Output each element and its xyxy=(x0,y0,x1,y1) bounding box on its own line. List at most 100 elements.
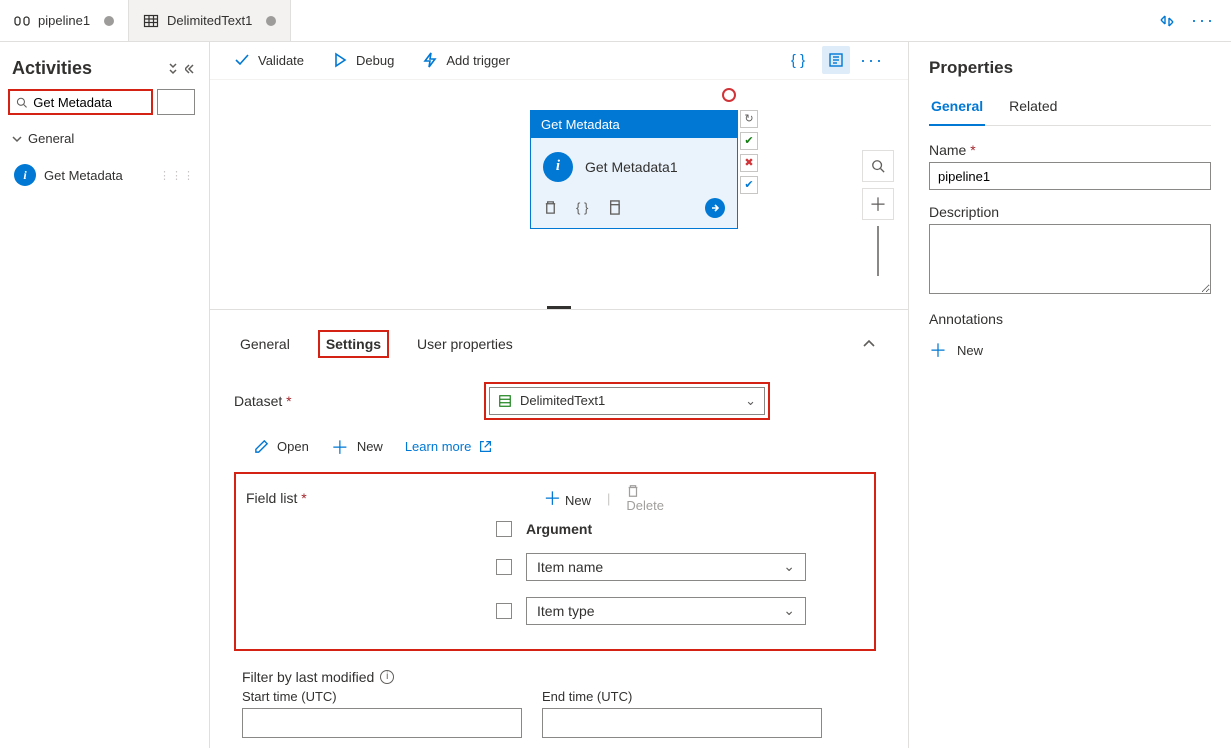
field-list-new-button[interactable]: ＋ New xyxy=(543,485,591,511)
learn-more-link[interactable]: Learn more xyxy=(405,439,492,454)
info-icon: i xyxy=(543,152,573,182)
properties-icon xyxy=(828,52,844,68)
more-icon[interactable]: ··· xyxy=(1191,10,1215,31)
end-time-label: End time (UTC) xyxy=(542,689,822,704)
open-label: Open xyxy=(277,439,309,454)
table-icon xyxy=(143,13,159,29)
field-row-select[interactable]: Item type ⌄ xyxy=(526,597,806,625)
open-dataset-button[interactable]: Open xyxy=(254,439,309,454)
toolbar-more-icon[interactable]: ··· xyxy=(860,50,884,71)
collapse-panel-icon[interactable] xyxy=(185,63,197,75)
new-label: New xyxy=(357,439,383,454)
dataset-value: DelimitedText1 xyxy=(520,393,605,408)
prop-ann-label: Annotations xyxy=(929,311,1211,327)
argument-header-checkbox[interactable] xyxy=(496,521,512,537)
field-row-value: Item type xyxy=(537,603,595,619)
pencil-icon xyxy=(254,439,269,454)
prop-desc-input[interactable] xyxy=(929,224,1211,294)
collapse-icon[interactable] xyxy=(1159,13,1175,29)
zoom-track[interactable] xyxy=(877,226,879,276)
annotation-new-button[interactable]: ＋ New xyxy=(929,331,1211,363)
field-row: Item name ⌄ xyxy=(246,545,864,589)
tab-dataset-label: DelimitedText1 xyxy=(167,13,252,28)
tab-pipeline[interactable]: pipeline1 xyxy=(0,0,129,41)
field-list-section: Field list ＋ New | Delete xyxy=(234,472,876,651)
canvas-add-button[interactable]: ＋ xyxy=(862,188,894,220)
resize-handle[interactable] xyxy=(547,306,571,310)
tab-settings[interactable]: Settings xyxy=(318,330,389,358)
start-time-input[interactable] xyxy=(242,708,522,738)
field-row-checkbox[interactable] xyxy=(496,603,512,619)
settings-tabs: General Settings User properties xyxy=(226,320,884,368)
activity-get-metadata[interactable]: i Get Metadata ⋮⋮⋮ xyxy=(8,158,201,192)
properties-toggle-button[interactable] xyxy=(822,46,850,74)
play-icon xyxy=(332,52,348,68)
check-icon xyxy=(234,52,250,68)
filter-label: Filter by last modified xyxy=(242,669,374,685)
plus-icon: ＋ xyxy=(929,337,947,363)
node-type-label: Get Metadata xyxy=(531,111,737,138)
tab-general[interactable]: General xyxy=(234,332,296,356)
tab-user-properties[interactable]: User properties xyxy=(411,332,519,356)
separator: | xyxy=(607,491,610,506)
tab-dirty-dot-2 xyxy=(266,16,276,26)
badge-retry-icon[interactable]: ↻ xyxy=(740,110,758,128)
plus-icon: ＋ xyxy=(331,434,349,460)
validate-button[interactable]: Validate xyxy=(234,52,304,68)
learn-more-label: Learn more xyxy=(405,439,471,454)
code-icon[interactable]: { } xyxy=(576,200,588,215)
chevron-down-icon: ⌄ xyxy=(745,393,756,409)
argument-header-label: Argument xyxy=(526,521,592,537)
badge-skip-icon[interactable]: ✔ xyxy=(740,176,758,194)
trash-icon xyxy=(626,484,640,498)
top-right-icons: ··· xyxy=(1143,10,1231,31)
collapse-settings-button[interactable] xyxy=(862,337,876,351)
field-row-value: Item name xyxy=(537,559,603,575)
info-icon: i xyxy=(14,164,36,186)
field-row-select[interactable]: Item name ⌄ xyxy=(526,553,806,581)
prop-tab-related[interactable]: Related xyxy=(1007,92,1059,125)
tab-dataset[interactable]: DelimitedText1 xyxy=(129,0,291,41)
run-node-button[interactable] xyxy=(705,198,725,218)
canvas-tools: ＋ xyxy=(862,150,894,276)
copy-icon[interactable] xyxy=(606,200,621,215)
prop-name-input[interactable] xyxy=(929,162,1211,190)
pipeline-icon xyxy=(14,13,30,29)
add-trigger-button[interactable]: Add trigger xyxy=(422,52,510,68)
prop-tab-general[interactable]: General xyxy=(929,92,985,126)
dataset-dropdown[interactable]: DelimitedText1 ⌄ xyxy=(484,382,770,420)
pipeline-canvas[interactable]: Get Metadata i Get Metadata1 { } ↻ ✔ ✖ xyxy=(210,80,908,310)
chevron-down-icon: ⌄ xyxy=(783,558,795,575)
activity-search-input[interactable] xyxy=(33,95,145,110)
node-status-badges: ↻ ✔ ✖ ✔ xyxy=(740,110,758,194)
group-general-label: General xyxy=(28,131,74,146)
properties-panel: Properties General Related Name Descript… xyxy=(909,42,1231,748)
new-dataset-button[interactable]: ＋ New xyxy=(331,434,383,460)
expand-all-icon[interactable] xyxy=(167,63,179,75)
activities-title: Activities xyxy=(12,58,92,79)
end-time-input[interactable] xyxy=(542,708,822,738)
badge-fail-icon[interactable]: ✖ xyxy=(740,154,758,172)
editor-tabs: pipeline1 DelimitedText1 ··· xyxy=(0,0,1231,42)
field-row-checkbox[interactable] xyxy=(496,559,512,575)
trigger-icon xyxy=(422,52,438,68)
help-icon[interactable]: i xyxy=(380,670,394,684)
chevron-up-icon xyxy=(862,337,876,351)
plus-icon: ＋ xyxy=(543,489,561,509)
canvas-search-button[interactable] xyxy=(862,150,894,182)
start-time-label: Start time (UTC) xyxy=(242,689,522,704)
activity-get-metadata-label: Get Metadata xyxy=(44,168,123,183)
validation-marker-icon xyxy=(722,88,736,102)
debug-button[interactable]: Debug xyxy=(332,52,394,68)
canvas-toolbar: Validate Debug Add trigger { } ··· xyxy=(210,42,908,80)
search-extra-box[interactable] xyxy=(157,89,195,115)
prop-desc-label: Description xyxy=(929,204,1211,220)
json-view-button[interactable]: { } xyxy=(784,46,812,74)
delete-icon[interactable] xyxy=(543,200,558,215)
badge-success-icon[interactable]: ✔ xyxy=(740,132,758,150)
field-list-delete-button[interactable]: Delete xyxy=(626,484,664,513)
chevron-down-icon: ⌄ xyxy=(783,602,795,619)
node-get-metadata[interactable]: Get Metadata i Get Metadata1 { } xyxy=(530,110,738,229)
group-general[interactable]: General xyxy=(8,125,201,152)
activity-search[interactable] xyxy=(8,89,153,115)
